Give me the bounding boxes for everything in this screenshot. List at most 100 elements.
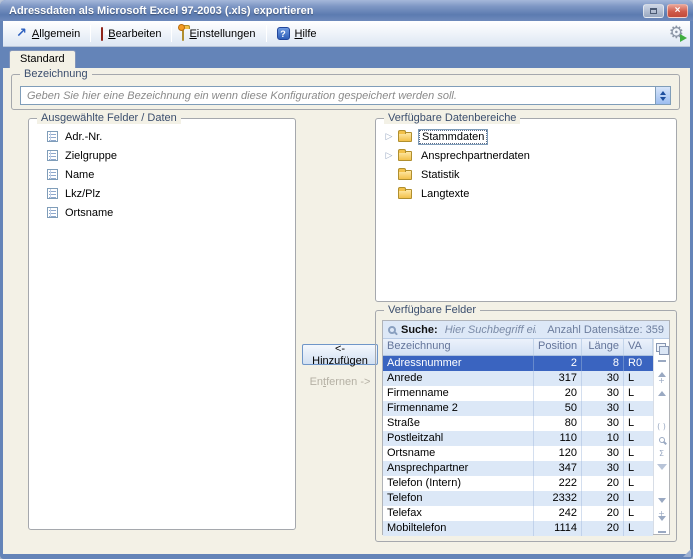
table-row[interactable]: Ansprechpartner 347 30 L	[383, 461, 653, 476]
expand-arrow-icon[interactable]: ▷	[382, 132, 396, 142]
close-icon: ×	[675, 6, 681, 16]
cell-va: L	[624, 506, 653, 521]
tree-item-ansprechpartnerdaten[interactable]: ▷ Ansprechpartnerdaten	[382, 146, 670, 165]
search-small-icon[interactable]	[654, 433, 669, 447]
sum-icon[interactable]: Σ	[654, 447, 669, 461]
selected-field-item[interactable]: Lkz/Plz	[35, 184, 289, 203]
side-toolbar-spacer	[654, 400, 669, 419]
search-icon	[388, 326, 396, 334]
remove-button[interactable]: Entfernen ->	[302, 376, 378, 388]
cell-laenge: 20	[582, 506, 624, 521]
title-bar: Adressdaten als Microsoft Excel 97-2003 …	[0, 0, 693, 21]
go-first-icon[interactable]	[654, 360, 669, 374]
tree-item-statistik[interactable]: Statistik	[382, 165, 670, 184]
cell-va: R0	[624, 356, 653, 371]
toolbar-separator	[90, 25, 91, 42]
tree-item-stammdaten[interactable]: ▷ Stammdaten	[382, 127, 670, 146]
selected-field-item[interactable]: Ortsname	[35, 203, 289, 222]
table-row[interactable]: Telefon 2332 20 L	[383, 491, 653, 506]
selected-field-item[interactable]: Adr.-Nr.	[35, 127, 289, 146]
cell-bezeichnung: Postleitzahl	[383, 431, 534, 446]
toolbar-button-allgemein[interactable]: ↗ Allgemein	[9, 25, 87, 42]
go-last-icon[interactable]	[654, 520, 669, 534]
cell-laenge: 30	[582, 416, 624, 431]
side-toolbar-spacer	[654, 474, 669, 493]
resize-grip[interactable]	[683, 549, 691, 557]
data-areas-tree: ▷ Stammdaten ▷ Ansprechpartnerdaten Stat…	[382, 127, 670, 295]
table-row[interactable]: Adressnummer 2 8 R0	[383, 356, 653, 371]
table-row[interactable]: Straße 80 30 L	[383, 416, 653, 431]
scroll-up-icon[interactable]	[654, 387, 669, 401]
maximize-icon	[650, 8, 657, 14]
table-row[interactable]: Firmenname 2 50 30 L	[383, 401, 653, 416]
window-title: Adressdaten als Microsoft Excel 97-2003 …	[9, 5, 640, 17]
selected-field-item[interactable]: Zielgruppe	[35, 146, 289, 165]
table-row[interactable]: Firmenname 20 30 L	[383, 386, 653, 401]
move-up-icon[interactable]: +	[654, 373, 669, 387]
bezeichnung-combobox[interactable]	[20, 86, 671, 105]
cell-va: L	[624, 461, 653, 476]
cell-position: 2332	[534, 491, 582, 506]
tab-standard[interactable]: Standard	[9, 50, 76, 68]
cell-laenge: 30	[582, 446, 624, 461]
record-count: Anzahl Datensätze: 359	[543, 324, 664, 336]
bezeichnung-input[interactable]	[21, 87, 655, 104]
expand-arrow-icon[interactable]: ▷	[382, 151, 396, 161]
filter-icon[interactable]	[654, 460, 669, 474]
cell-va: L	[624, 521, 653, 536]
help-icon: ?	[277, 27, 290, 40]
content-area: Bezeichnung Ausgewählte Felder / Daten A…	[3, 68, 690, 554]
column-header-bezeichnung[interactable]: Bezeichnung	[383, 339, 534, 355]
column-header-va[interactable]: VA	[624, 339, 653, 355]
cell-bezeichnung: Ansprechpartner	[383, 461, 534, 476]
cell-position: 50	[534, 401, 582, 416]
cell-va: L	[624, 446, 653, 461]
cell-position: 222	[534, 476, 582, 491]
cell-bezeichnung: Adressnummer	[383, 356, 534, 371]
maximize-button[interactable]	[643, 4, 664, 18]
cell-bezeichnung: Firmenname 2	[383, 401, 534, 416]
selected-fields-group-label: Ausgewählte Felder / Daten	[37, 112, 181, 124]
grid-rows: Adressnummer 2 8 R0 Anrede 317 30 L Firm…	[383, 356, 653, 536]
table-row[interactable]: Anrede 317 30 L	[383, 371, 653, 386]
cell-position: 242	[534, 506, 582, 521]
cell-bezeichnung: Telefax	[383, 506, 534, 521]
spin-up-icon	[660, 91, 666, 95]
tree-item-langtexte[interactable]: Langtexte	[382, 184, 670, 203]
bezeichnung-spinner[interactable]	[655, 87, 670, 104]
scroll-down-icon[interactable]	[654, 493, 669, 507]
toolbar-separator	[171, 25, 172, 42]
table-row[interactable]: Telefax 242 20 L	[383, 506, 653, 521]
table-row[interactable]: Postleitzahl 110 10 L	[383, 431, 653, 446]
table-row[interactable]: Telefon (Intern) 222 20 L	[383, 476, 653, 491]
fields-grid-wrap: Bezeichnung Position Länge VA Adressnumm…	[383, 339, 669, 534]
table-row[interactable]: Mobiltelefon 1114 20 L	[383, 521, 653, 536]
available-fields-group: Verfügbare Felder Suche: Anzahl Datensät…	[375, 310, 677, 542]
available-fields-group-label: Verfügbare Felder	[384, 304, 480, 316]
toolbar-button-hilfe[interactable]: ? Hilfe	[270, 25, 324, 42]
cell-position: 347	[534, 461, 582, 476]
table-row[interactable]: Ortsname 120 30 L	[383, 446, 653, 461]
toolbar-button-label: Bearbeiten	[108, 28, 161, 40]
folder-icon	[398, 189, 412, 199]
brackets-icon[interactable]: ( )	[654, 420, 669, 434]
toolbar-button-einstellungen[interactable]: Einstellungen	[175, 26, 262, 42]
column-chooser-icon[interactable]	[656, 343, 668, 354]
cell-bezeichnung: Anrede	[383, 371, 534, 386]
close-button[interactable]: ×	[667, 4, 688, 18]
selected-field-item[interactable]: Name	[35, 165, 289, 184]
toolbar-separator	[266, 25, 267, 42]
search-label: Suche:	[401, 324, 438, 336]
search-input[interactable]	[443, 323, 539, 337]
cell-position: 120	[534, 446, 582, 461]
field-icon	[47, 169, 58, 180]
cell-bezeichnung: Telefon	[383, 491, 534, 506]
column-header-position[interactable]: Position	[534, 339, 582, 355]
toolbar-button-bearbeiten[interactable]: Bearbeiten	[94, 26, 168, 42]
export-settings-gear-icon[interactable]: ⚙	[669, 25, 684, 42]
cell-bezeichnung: Ortsname	[383, 446, 534, 461]
cell-laenge: 20	[582, 491, 624, 506]
cell-laenge: 30	[582, 386, 624, 401]
add-button[interactable]: <- Hinzufügen	[302, 344, 378, 365]
column-header-laenge[interactable]: Länge	[582, 339, 624, 355]
